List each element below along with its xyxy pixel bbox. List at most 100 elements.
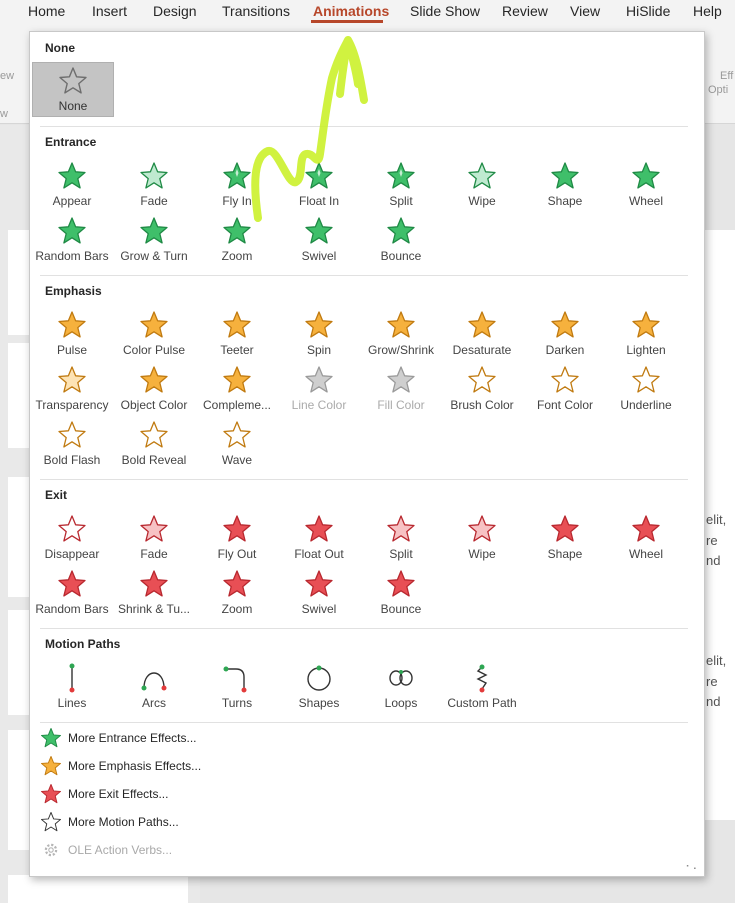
animation-gallery-item[interactable]: Grow & Turn xyxy=(113,216,195,266)
complementary-color-icon xyxy=(223,366,251,393)
animation-gallery-item[interactable]: Grow/Shrink xyxy=(360,310,442,360)
underline-icon xyxy=(632,366,660,393)
effect-options-fragment-2[interactable]: Opti xyxy=(708,84,728,96)
animation-gallery-item[interactable]: Split xyxy=(360,161,442,211)
animation-gallery-item-label: Object Color xyxy=(120,398,188,412)
animation-gallery-item[interactable]: Bounce xyxy=(360,569,442,619)
animation-gallery-item[interactable]: Custom Path xyxy=(441,663,523,713)
animation-gallery-item[interactable]: Wipe xyxy=(441,161,523,211)
more-effects-menu-item[interactable]: More Emphasis Effects... xyxy=(40,755,340,777)
animation-gallery-item[interactable]: Bounce xyxy=(360,216,442,266)
tab-home[interactable]: Home xyxy=(28,3,65,19)
fly-out-icon xyxy=(223,515,251,542)
animation-gallery-item[interactable]: Pulse xyxy=(31,310,113,360)
animation-gallery-item-label: Custom Path xyxy=(447,696,517,710)
animation-gallery-item[interactable]: Fly Out xyxy=(196,514,278,564)
animation-gallery-item[interactable]: Fade xyxy=(113,161,195,211)
animation-gallery-item[interactable]: Wave xyxy=(196,420,278,470)
animation-gallery-item-label: Appear xyxy=(52,194,92,208)
animation-gallery-item[interactable]: Swivel xyxy=(278,216,360,266)
animation-gallery-item[interactable]: Fly In xyxy=(196,161,278,211)
animation-gallery-item[interactable]: Swivel xyxy=(278,569,360,619)
animation-gallery-item[interactable]: Shape xyxy=(524,514,606,564)
animation-gallery-item[interactable]: Shrink & Tu... xyxy=(113,569,195,619)
animation-gallery-item[interactable]: Font Color xyxy=(524,365,606,415)
tab-insert[interactable]: Insert xyxy=(92,3,127,19)
animation-gallery-item-label: Transparency xyxy=(35,398,109,412)
split-icon xyxy=(387,162,415,189)
animation-gallery-item[interactable]: Float Out xyxy=(278,514,360,564)
animation-gallery-item[interactable]: Compleme... xyxy=(196,365,278,415)
resize-grip-icon[interactable]: ⠂⠄ xyxy=(685,862,700,873)
animation-gallery-item-label: Shapes xyxy=(298,696,340,710)
animation-gallery-item-label: Lines xyxy=(57,696,87,710)
animation-gallery-item[interactable]: Transparency xyxy=(31,365,113,415)
animation-gallery-item[interactable]: Bold Flash xyxy=(31,420,113,470)
ribbon-fragment-left-2: w xyxy=(0,108,8,120)
tab-review[interactable]: Review xyxy=(502,3,548,19)
section-title-entrance: Entrance xyxy=(45,135,97,149)
animation-gallery-item[interactable]: Disappear xyxy=(31,514,113,564)
animation-gallery-item[interactable]: Color Pulse xyxy=(113,310,195,360)
animation-gallery-item-label: Shrink & Tu... xyxy=(117,602,191,616)
animation-gallery-item[interactable]: Underline xyxy=(605,365,687,415)
animation-gallery-item-label: Fill Color xyxy=(377,398,425,412)
color-pulse-icon xyxy=(140,311,168,338)
animation-gallery-item[interactable]: Desaturate xyxy=(441,310,523,360)
animation-gallery-item[interactable]: Lighten xyxy=(605,310,687,360)
animation-gallery-item[interactable]: Wheel xyxy=(605,161,687,211)
slide-thumbnail[interactable] xyxy=(8,875,188,903)
animation-gallery-item[interactable]: Object Color xyxy=(113,365,195,415)
animation-gallery-item-label: Line Color xyxy=(291,398,347,412)
animation-gallery-item[interactable]: Zoom xyxy=(196,569,278,619)
animation-gallery-item[interactable]: Bold Reveal xyxy=(113,420,195,470)
animation-gallery-item[interactable]: Spin xyxy=(278,310,360,360)
animation-gallery-item[interactable]: Lines xyxy=(31,663,113,713)
wave-icon xyxy=(223,421,251,448)
animation-none[interactable]: None xyxy=(32,62,114,117)
more-effects-menu-item[interactable]: More Exit Effects... xyxy=(40,783,340,805)
tab-design[interactable]: Design xyxy=(153,3,197,19)
animation-gallery-item[interactable]: Arcs xyxy=(113,663,195,713)
tab-animations[interactable]: Animations xyxy=(313,3,389,19)
more-effects-menu-item[interactable]: More Entrance Effects... xyxy=(40,727,340,749)
animation-gallery-item[interactable]: Wipe xyxy=(441,514,523,564)
tab-slide-show[interactable]: Slide Show xyxy=(410,3,480,19)
ole-gear-icon xyxy=(44,843,58,857)
animation-gallery-item-label: Fly In xyxy=(222,194,252,208)
teeter-icon xyxy=(223,311,251,338)
animation-gallery-item[interactable]: Split xyxy=(360,514,442,564)
animation-gallery-item-label: Disappear xyxy=(44,547,100,561)
slide-text-fragment: nd xyxy=(706,553,721,568)
tab-transitions[interactable]: Transitions xyxy=(222,3,290,19)
animation-gallery-item[interactable]: Teeter xyxy=(196,310,278,360)
slide-text-fragment: elit, xyxy=(706,653,727,668)
animation-gallery-item[interactable]: Zoom xyxy=(196,216,278,266)
arcs-path-icon xyxy=(141,672,167,691)
animation-gallery-item[interactable]: Shapes xyxy=(278,663,360,713)
animation-gallery-item[interactable]: Brush Color xyxy=(441,365,523,415)
animation-gallery-item[interactable]: Appear xyxy=(31,161,113,211)
effect-options-fragment[interactable]: Eff xyxy=(720,70,733,82)
ribbon-tab-bar: Home Insert Design Transitions Animation… xyxy=(0,0,735,24)
tab-help[interactable]: Help xyxy=(693,3,722,19)
animation-gallery-item[interactable]: Wheel xyxy=(605,514,687,564)
animation-gallery-item[interactable]: Shape xyxy=(524,161,606,211)
tab-view[interactable]: View xyxy=(570,3,600,19)
darken-icon xyxy=(551,311,579,338)
tab-hislide[interactable]: HiSlide xyxy=(626,3,670,19)
animation-gallery-item-label: Fly Out xyxy=(217,547,257,561)
animation-gallery-item[interactable]: Turns xyxy=(196,663,278,713)
animation-gallery-item[interactable]: Darken xyxy=(524,310,606,360)
animation-gallery-item-label: Color Pulse xyxy=(122,343,186,357)
transparency-icon xyxy=(58,366,86,393)
animation-gallery-item[interactable]: Fade xyxy=(113,514,195,564)
more-effects-menu-item[interactable]: More Motion Paths... xyxy=(40,811,340,833)
animation-gallery-item-label: Wipe xyxy=(468,547,496,561)
animation-gallery-item-label: Compleme... xyxy=(202,398,272,412)
animation-gallery-item[interactable]: Random Bars xyxy=(31,216,113,266)
animation-gallery-item[interactable]: Random Bars xyxy=(31,569,113,619)
animation-gallery-item[interactable]: Float In xyxy=(278,161,360,211)
section-title-exit: Exit xyxy=(45,488,68,502)
animation-gallery-item[interactable]: Loops xyxy=(360,663,442,713)
